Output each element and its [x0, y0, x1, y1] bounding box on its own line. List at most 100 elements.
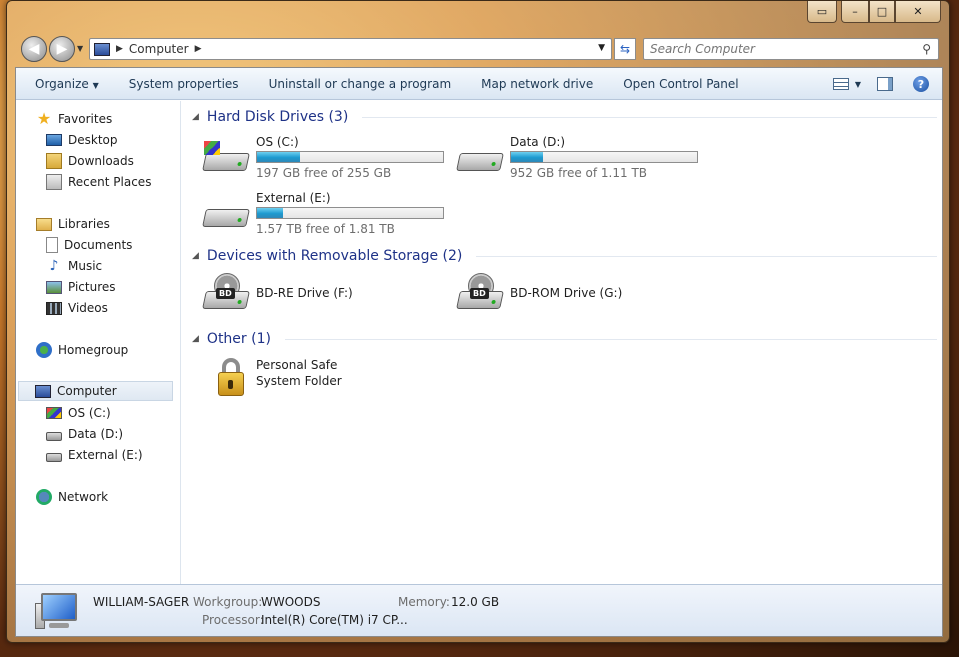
drive-free-space: 1.57 TB free of 1.81 TB [256, 222, 395, 236]
star-icon: ★ [36, 109, 52, 128]
processor-value: Intel(R) Core(TM) i7 CP... [261, 613, 408, 627]
organize-button[interactable]: Organize ▼ [35, 77, 99, 91]
content-pane: ◢ Hard Disk Drives (3) OS (C:) 197 GB fr… [182, 101, 942, 584]
computer-icon [35, 384, 51, 398]
drive-usage-bar [510, 151, 698, 163]
libraries-folder-icon [36, 217, 52, 231]
address-row: ◀ ▶ ▼ ▶ Computer ▶ ▼ ⇆ ⚲ [17, 34, 939, 62]
breadcrumb-arrow-icon[interactable]: ▶ [116, 44, 123, 54]
nav-computer[interactable]: Computer [18, 381, 173, 401]
computer-icon [94, 42, 110, 56]
memory-label: Memory: [398, 595, 450, 609]
navigation-pane: ★ Favorites Desktop Downloads Recent Pla… [16, 101, 181, 584]
music-note-icon: ♪ [49, 258, 59, 274]
change-view-icon[interactable] [832, 78, 849, 90]
system-properties-button[interactable]: System properties [129, 77, 239, 91]
breadcrumb-arrow-icon[interactable]: ▶ [195, 44, 202, 54]
nav-item-data-drive[interactable]: Data (D:) [46, 424, 123, 444]
group-header-removable-storage[interactable]: ◢ Devices with Removable Storage (2) [192, 248, 937, 264]
nav-item-os-drive[interactable]: OS (C:) [46, 403, 111, 423]
search-icon[interactable]: ⚲ [922, 42, 931, 56]
workgroup-label: Workgroup: [193, 595, 263, 609]
search-input[interactable] [643, 38, 939, 60]
drive-name: Data (D:) [510, 135, 566, 149]
recent-places-icon [46, 174, 62, 190]
item-tile-personal-safe[interactable]: Personal Safe System Folder [202, 358, 452, 408]
back-button[interactable]: ◀ [21, 36, 47, 62]
maximize-button[interactable]: □ [869, 1, 895, 23]
device-tile-bd-rom[interactable]: BD BD-ROM Drive (G:) [456, 273, 706, 323]
device-name: BD-RE Drive (F:) [256, 286, 353, 300]
refresh-button[interactable]: ⇆ [614, 38, 636, 60]
group-divider [476, 255, 937, 257]
nav-item-pictures[interactable]: Pictures [46, 277, 116, 297]
preview-pane-icon[interactable] [877, 77, 893, 91]
drive-free-space: 197 GB free of 255 GB [256, 166, 392, 180]
item-type: System Folder [256, 374, 342, 388]
drive-tile-os[interactable]: OS (C:) 197 GB free of 255 GB [202, 135, 452, 185]
hard-drive-icon [46, 452, 62, 462]
desktop-icon [46, 134, 62, 146]
command-bar-right: ▼ ? [832, 68, 942, 100]
computer-monitor-icon [35, 593, 79, 631]
recent-pages-dropdown[interactable]: ▼ [77, 44, 83, 53]
minimize-button[interactable]: – [841, 1, 869, 23]
nav-homegroup[interactable]: Homegroup [36, 340, 128, 360]
details-pane: WILLIAM-SAGER Workgroup: WWOODS Memory: … [16, 584, 942, 636]
help-icon[interactable]: ? [913, 76, 929, 92]
open-control-panel-button[interactable]: Open Control Panel [623, 77, 738, 91]
nav-item-external-drive[interactable]: External (E:) [46, 445, 143, 465]
command-bar: Organize ▼ System properties Uninstall o… [16, 68, 942, 100]
address-dropdown-icon[interactable]: ▼ [598, 43, 605, 53]
nav-favorites[interactable]: ★ Favorites [36, 109, 112, 129]
drive-name: External (E:) [256, 191, 331, 205]
windows-drive-icon [202, 141, 250, 175]
uninstall-program-button[interactable]: Uninstall or change a program [269, 77, 452, 91]
group-divider [362, 116, 937, 118]
drive-name: OS (C:) [256, 135, 299, 149]
device-name: BD-ROM Drive (G:) [510, 286, 623, 300]
documents-icon [46, 237, 58, 253]
hard-drive-icon [46, 431, 62, 441]
drive-usage-bar [256, 151, 444, 163]
processor-label: Processor: [202, 613, 264, 627]
group-header-other[interactable]: ◢ Other (1) [192, 331, 937, 347]
view-options-dropdown-icon[interactable]: ▼ [855, 80, 861, 89]
nav-item-recent-places[interactable]: Recent Places [46, 172, 151, 192]
homegroup-icon [36, 342, 52, 358]
pictures-icon [46, 280, 62, 294]
padlock-icon [216, 358, 244, 398]
windows-drive-icon [46, 407, 62, 419]
nav-item-documents[interactable]: Documents [46, 235, 132, 255]
caption-buttons: ▭ – □ ✕ [807, 1, 941, 23]
collapse-triangle-icon[interactable]: ◢ [192, 251, 199, 261]
nav-item-music[interactable]: ♪ Music [46, 256, 103, 276]
close-button[interactable]: ✕ [895, 1, 941, 23]
map-network-drive-button[interactable]: Map network drive [481, 77, 593, 91]
bd-drive-icon: BD [202, 273, 250, 313]
collapse-triangle-icon[interactable]: ◢ [192, 334, 199, 344]
drive-tile-data[interactable]: Data (D:) 952 GB free of 1.11 TB [456, 135, 706, 185]
nav-libraries[interactable]: Libraries [36, 214, 110, 234]
hard-drive-icon [456, 141, 504, 175]
switch-window-button[interactable]: ▭ [807, 1, 837, 23]
workgroup-value: WWOODS [261, 595, 321, 609]
downloads-folder-icon [46, 153, 62, 169]
nav-item-desktop[interactable]: Desktop [46, 130, 118, 150]
nav-item-downloads[interactable]: Downloads [46, 151, 134, 171]
collapse-triangle-icon[interactable]: ◢ [192, 112, 199, 122]
drive-free-space: 952 GB free of 1.11 TB [510, 166, 648, 180]
explorer-window: ▭ – □ ✕ ◀ ▶ ▼ ▶ Computer ▶ ▼ ⇆ ⚲ Organiz… [6, 0, 950, 643]
address-bar[interactable]: ▶ Computer ▶ ▼ [89, 38, 612, 60]
item-name: Personal Safe [256, 358, 338, 372]
chevron-down-icon: ▼ [92, 80, 99, 90]
nav-item-videos[interactable]: Videos [46, 298, 108, 318]
group-header-hard-disk-drives[interactable]: ◢ Hard Disk Drives (3) [192, 109, 937, 125]
group-divider [284, 338, 937, 340]
nav-network[interactable]: Network [36, 487, 108, 507]
forward-button[interactable]: ▶ [49, 36, 75, 62]
breadcrumb-computer[interactable]: Computer [129, 42, 189, 56]
drive-tile-external[interactable]: External (E:) 1.57 TB free of 1.81 TB [202, 191, 452, 241]
device-tile-bd-re[interactable]: BD BD-RE Drive (F:) [202, 273, 452, 323]
memory-value: 12.0 GB [451, 595, 500, 609]
